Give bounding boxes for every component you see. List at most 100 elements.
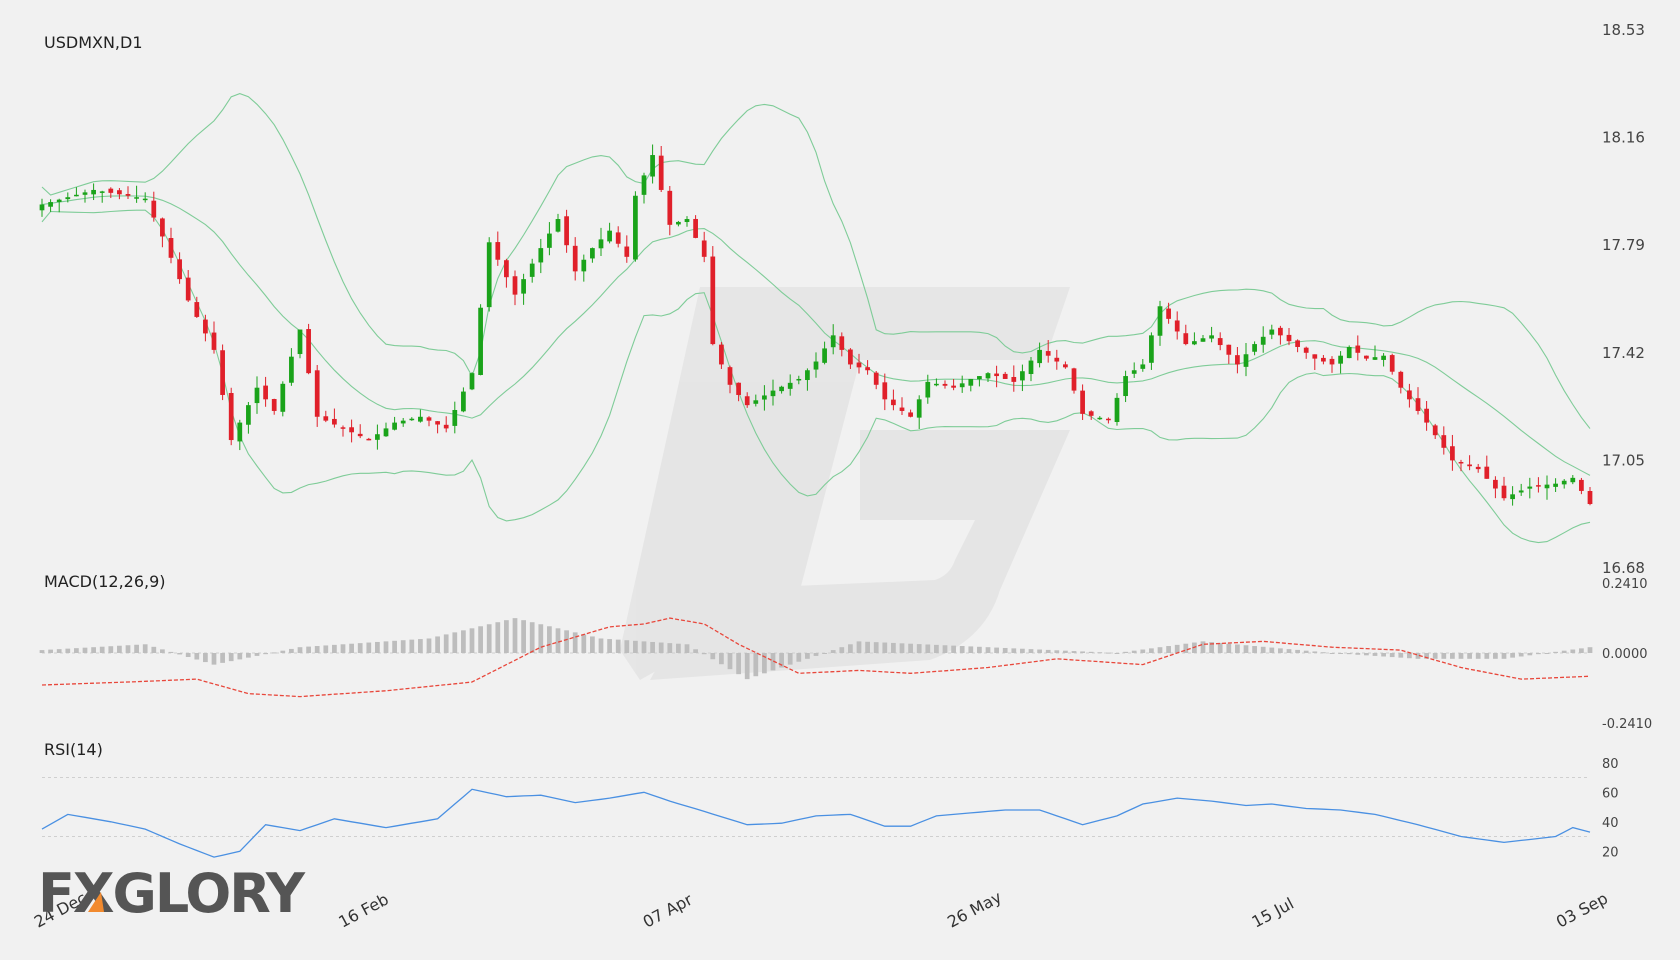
macd-bar: [48, 649, 53, 653]
candle-body: [865, 367, 870, 371]
candle: [1570, 475, 1576, 485]
macd-bar: [882, 642, 888, 653]
candle-body: [770, 390, 776, 397]
macd-bar: [1510, 653, 1515, 658]
macd-bar: [951, 645, 956, 653]
macd-bar: [228, 653, 234, 662]
macd-bar: [994, 647, 999, 653]
macd-bar: [108, 646, 114, 653]
macd-bar: [830, 650, 836, 653]
macd-bar: [658, 642, 664, 653]
macd-bar: [1243, 645, 1249, 653]
x-date-label: 15 Jul: [1249, 894, 1297, 932]
candle-body: [469, 373, 475, 390]
macd-bar: [1054, 650, 1060, 653]
candle: [375, 424, 380, 450]
candle: [400, 417, 406, 427]
macd-bar: [168, 651, 174, 653]
fxglory-logo: FXGLORY: [38, 862, 308, 925]
macd-bar: [1020, 648, 1025, 653]
candle-body: [787, 382, 793, 389]
candle: [1183, 324, 1189, 346]
candle-body: [1450, 446, 1455, 461]
macd-bar: [925, 644, 931, 653]
candle: [1527, 477, 1533, 499]
price-tick-label: 17.05: [1602, 451, 1645, 469]
macd-bar: [1295, 649, 1300, 653]
candle: [1518, 483, 1524, 496]
macd-bar: [56, 649, 62, 653]
macd-bar: [607, 639, 612, 653]
x-date-label: 03 Sep: [1553, 889, 1611, 932]
candle-body: [435, 421, 440, 425]
candle-body: [633, 195, 638, 260]
macd-bar: [916, 644, 922, 653]
macd-bar: [1536, 653, 1541, 655]
candle: [237, 419, 243, 451]
candle-body: [366, 438, 372, 441]
candle-body: [39, 204, 45, 211]
candle-body: [1544, 484, 1550, 489]
macd-bar: [744, 653, 750, 680]
candle-body: [1226, 344, 1232, 355]
candle-body: [461, 391, 466, 412]
candle: [1561, 479, 1567, 489]
candle: [383, 422, 389, 437]
macd-bar: [160, 649, 165, 653]
macd-bar: [289, 648, 294, 653]
candle-body: [916, 399, 922, 418]
candle: [959, 375, 965, 393]
candle: [1544, 475, 1550, 500]
macd-bar: [572, 632, 578, 653]
macd-bar: [74, 648, 79, 653]
macd-bar: [1587, 647, 1593, 653]
candle-body: [1235, 355, 1240, 365]
macd-bar: [787, 653, 793, 665]
macd-bar: [383, 641, 389, 653]
macd-y-axis: 0.2410 0.0000 -0.2410: [1602, 577, 1652, 732]
candle: [211, 321, 217, 354]
macd-bar: [1518, 653, 1524, 657]
candle-body: [357, 433, 363, 437]
macd-bar: [1441, 653, 1447, 659]
candle: [151, 191, 157, 222]
rsi-tick-label: 20: [1602, 845, 1619, 860]
price-tick-label: 16.68: [1602, 559, 1645, 577]
macd-bar: [1088, 651, 1094, 653]
macd-bar: [306, 646, 311, 653]
macd-bar: [1252, 646, 1257, 653]
macd-bar: [203, 653, 208, 663]
candle: [1579, 477, 1584, 495]
candle-body: [959, 383, 965, 388]
macd-bar: [1432, 653, 1438, 659]
candle-body: [581, 259, 587, 272]
candle-body: [1252, 344, 1257, 352]
candle: [1295, 339, 1300, 353]
macd-bar: [641, 641, 647, 653]
macd-bar: [246, 653, 251, 658]
candle-body: [555, 219, 561, 232]
candle-body: [951, 385, 956, 388]
candle-body: [1131, 370, 1137, 374]
candle-body: [658, 155, 664, 190]
macd-bar: [409, 639, 415, 653]
candle-body: [624, 246, 630, 257]
candle: [357, 424, 363, 439]
macd-bar: [1286, 649, 1292, 653]
candle: [865, 360, 870, 375]
macd-tick-label: -0.2410: [1602, 717, 1652, 732]
macd-bar: [400, 640, 406, 653]
candle: [994, 365, 999, 388]
macd-bar: [822, 653, 827, 654]
candle: [349, 419, 354, 443]
macd-bar: [1269, 647, 1275, 653]
candle-body: [1493, 479, 1498, 489]
macd-bar: [959, 646, 965, 653]
macd-bar: [1381, 653, 1386, 657]
macd-bar: [142, 644, 148, 653]
candle: [314, 364, 320, 427]
candle-body: [1243, 354, 1249, 367]
macd-bar: [1071, 651, 1077, 653]
candle-body: [1149, 335, 1154, 363]
candle: [409, 417, 415, 421]
